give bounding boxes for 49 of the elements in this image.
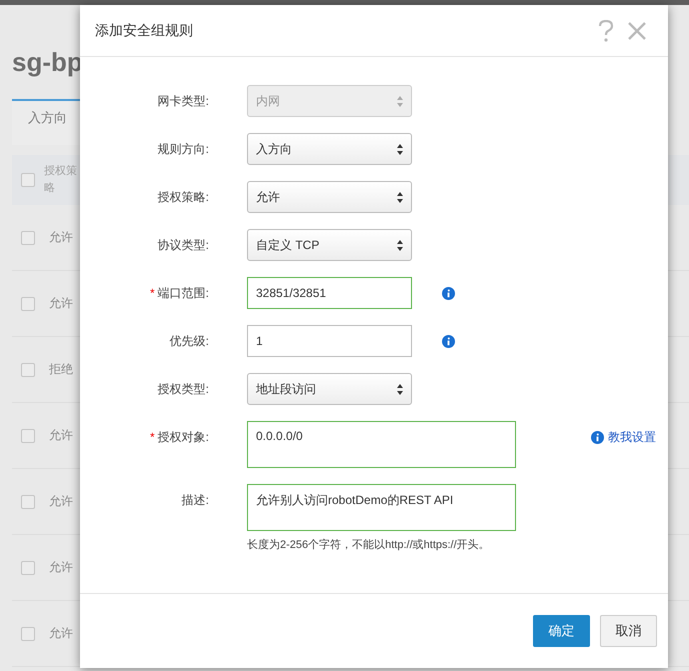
help-icon[interactable] <box>598 20 614 42</box>
checkbox[interactable] <box>21 428 35 442</box>
select-field[interactable]: 允许 <box>247 181 412 213</box>
caret-icon <box>397 96 403 106</box>
field-label: * 端口范围: <box>148 285 209 302</box>
field-label: 描述: <box>180 492 209 509</box>
table-cell: 允许 <box>49 295 73 312</box>
field-label: 授权策略: <box>156 189 209 206</box>
table-cell: 允许 <box>49 625 73 642</box>
page-title: sg-bp <box>12 47 84 79</box>
close-icon[interactable] <box>628 22 646 40</box>
field-label: 授权类型: <box>156 381 209 398</box>
select-field[interactable]: 自定义 TCP <box>247 229 412 261</box>
checkbox[interactable] <box>21 173 35 187</box>
text-area[interactable]: 允许别人访问robotDemo的REST API <box>247 484 516 531</box>
input-field[interactable]: 1 <box>247 325 412 357</box>
caret-icon <box>397 192 403 202</box>
table-cell: 允许 <box>49 493 73 510</box>
checkbox[interactable] <box>21 362 35 376</box>
text-area[interactable]: 0.0.0.0/0 <box>247 421 516 468</box>
caret-icon <box>397 144 403 154</box>
table-cell: 拒绝 <box>49 361 73 378</box>
field-label: 网卡类型: <box>156 93 209 110</box>
info-icon <box>442 287 455 300</box>
field-label: 规则方向: <box>156 141 209 158</box>
column-header: 授权策略 <box>44 164 78 196</box>
cancel-button[interactable]: 取消 <box>600 615 657 647</box>
help-link[interactable]: 教我设置 <box>591 429 656 446</box>
input-field[interactable]: 32851/32851 <box>247 277 412 309</box>
field-label: 协议类型: <box>156 237 209 254</box>
table-cell: 允许 <box>49 229 73 246</box>
table-cell: 允许 <box>49 559 73 576</box>
select-field[interactable]: 入方向 <box>247 133 412 165</box>
hint-text: 长度为2-256个字符，不能以http://或https://开头。 <box>247 538 491 552</box>
checkbox[interactable] <box>21 494 35 508</box>
dialog-title: 添加安全组规则 <box>95 22 194 40</box>
caret-icon <box>397 384 403 394</box>
info-icon <box>591 431 604 444</box>
info-icon <box>442 335 455 348</box>
select-field[interactable]: 地址段访问 <box>247 373 412 405</box>
checkbox[interactable] <box>21 230 35 244</box>
checkbox[interactable] <box>21 296 35 310</box>
checkbox[interactable] <box>21 560 35 574</box>
confirm-button[interactable]: 确定 <box>533 615 590 647</box>
field-label: 优先级: <box>168 333 209 350</box>
checkbox[interactable] <box>21 626 35 640</box>
field-label: * 授权对象: <box>148 429 209 446</box>
caret-icon <box>397 240 403 250</box>
table-cell: 允许 <box>49 427 73 444</box>
